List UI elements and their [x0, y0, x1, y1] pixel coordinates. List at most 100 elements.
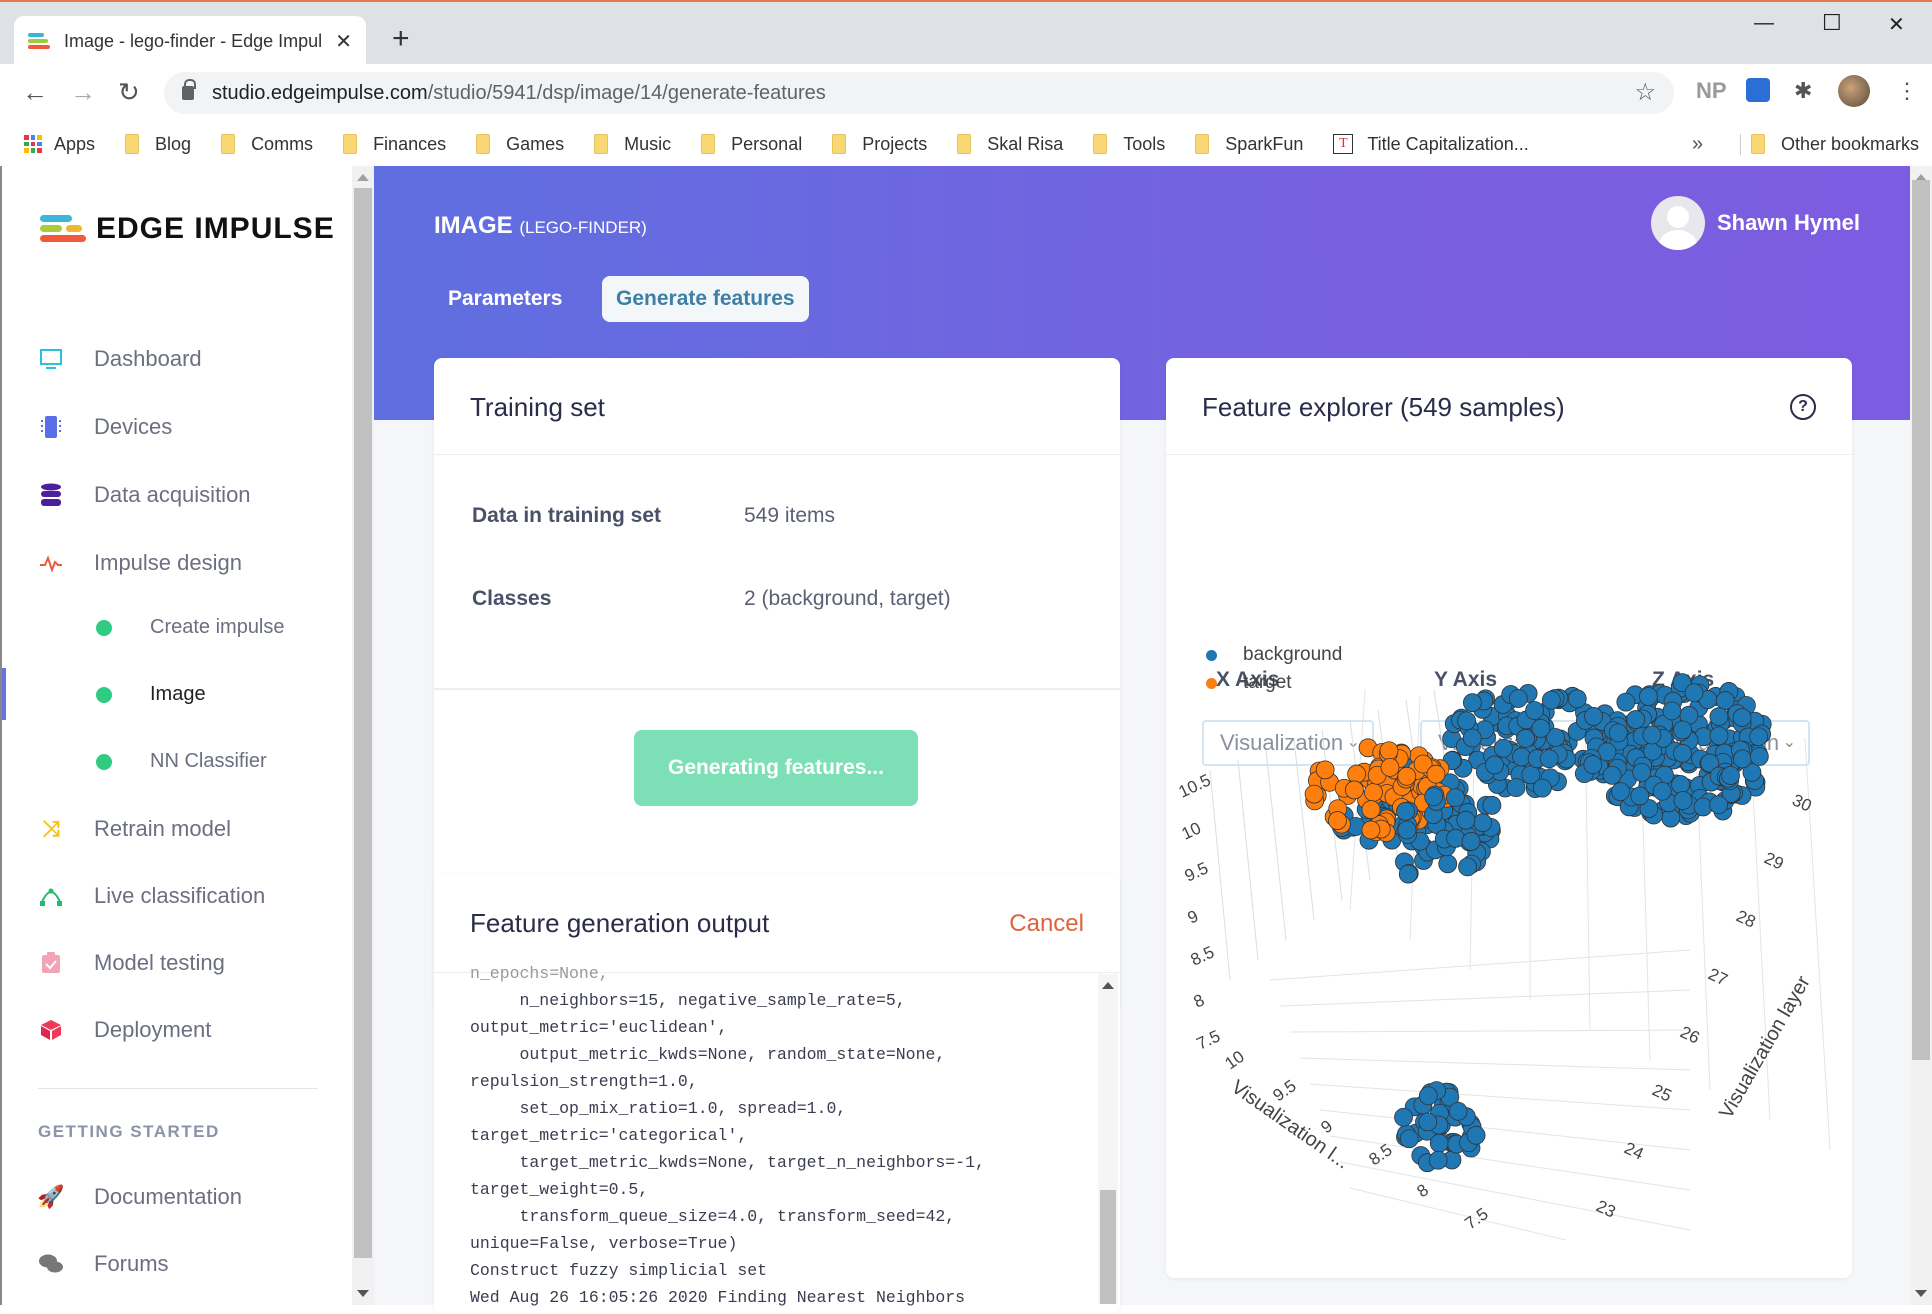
status-complete-icon	[96, 686, 112, 703]
card-title: Feature explorer (549 samples)	[1202, 392, 1565, 422]
bookmark-folder[interactable]: Projects	[832, 134, 927, 155]
new-tab-icon[interactable]: +	[392, 22, 410, 56]
tab-title: Image - lego-finder - Edge Impul	[64, 30, 323, 51]
data-point-background	[1709, 726, 1729, 746]
sidebar-subitem-create-impulse[interactable]: Create impulse	[96, 616, 285, 639]
bookmark-folder[interactable]: Blog	[125, 134, 191, 155]
scroll-up-icon[interactable]	[357, 174, 369, 181]
rocket-icon: 🚀	[37, 1184, 65, 1209]
card-title: Feature generation output	[470, 908, 770, 938]
data-point-background	[1516, 729, 1535, 748]
help-icon[interactable]: ?	[1790, 394, 1816, 420]
y-tick-label: 25	[1649, 1080, 1674, 1105]
maximize-icon[interactable]: ☐	[1822, 10, 1842, 36]
data-point-target	[1364, 782, 1383, 802]
bookmark-folder[interactable]: Tools	[1093, 134, 1165, 155]
row-value: 549 items	[744, 504, 836, 527]
sidebar-item-retrain-model[interactable]: ⤨ Retrain model	[38, 816, 231, 842]
sidebar-item-model-testing[interactable]: Model testing	[38, 950, 225, 976]
profile-avatar[interactable]	[1838, 75, 1870, 107]
other-bookmarks[interactable]: Other bookmarks	[1740, 133, 1919, 155]
page-scroll-thumb[interactable]	[1912, 180, 1930, 1060]
data-point-background	[1608, 723, 1628, 743]
sidebar-item-label: Impulse design	[94, 550, 242, 575]
bookmark-title-capitalization[interactable]: T Title Capitalization...	[1333, 134, 1529, 155]
tab-parameters[interactable]: Parameters	[434, 276, 576, 322]
bitwarden-extension-icon[interactable]	[1746, 78, 1770, 102]
extensions-puzzle-icon[interactable]: ✱	[1794, 78, 1812, 104]
gridline	[1279, 989, 1691, 1007]
feature-scatter-3d[interactable]: 7.588.599.51010.5109.598.587.576.5232425…	[1170, 650, 1850, 1240]
np-extension-icon[interactable]: NP	[1696, 78, 1727, 104]
data-point-background	[1709, 707, 1729, 727]
bookmark-folder[interactable]: Comms	[221, 134, 313, 155]
sidebar-scrollbar[interactable]	[352, 166, 374, 1305]
address-bar[interactable]: studio.edgeimpulse.com/studio/5941/dsp/i…	[164, 72, 1674, 114]
data-point-target	[1361, 800, 1381, 819]
scroll-down-icon[interactable]	[1915, 1290, 1927, 1297]
forward-icon[interactable]: →	[70, 77, 96, 108]
sidebar-subitem-nn-classifier[interactable]: NN Classifier	[96, 750, 267, 773]
menu-kebab-icon[interactable]: ⋮	[1896, 78, 1918, 104]
bookmark-folder[interactable]: Personal	[701, 134, 802, 155]
sidebar-item-label: Image	[150, 683, 206, 705]
data-point-target	[1345, 780, 1364, 800]
sidebar-item-data-acquisition[interactable]: Data acquisition	[38, 482, 251, 508]
folder-icon	[1093, 134, 1108, 154]
scroll-up-icon[interactable]	[1102, 982, 1114, 989]
sidebar-item-impulse-design[interactable]: Impulse design	[38, 550, 242, 576]
card-title: Training set	[470, 392, 605, 422]
sidebar-subitem-image[interactable]: Image	[96, 683, 206, 706]
back-icon[interactable]: ←	[22, 77, 48, 108]
active-indicator	[2, 668, 6, 720]
gridline	[1349, 1187, 1568, 1240]
folder-icon	[1751, 134, 1765, 154]
folder-icon	[476, 134, 491, 154]
sidebar-item-dashboard[interactable]: Dashboard	[38, 346, 202, 372]
data-point-background	[1652, 781, 1672, 801]
generate-features-button[interactable]: Generating features...	[634, 730, 918, 806]
sidebar-item-devices[interactable]: Devices	[38, 414, 172, 440]
reload-icon[interactable]: ↻	[118, 77, 140, 108]
user-menu[interactable]: Shawn Hymel	[1650, 196, 1860, 250]
data-point-background	[1539, 749, 1559, 769]
bookmark-apps[interactable]: Apps	[24, 134, 95, 155]
scroll-down-icon[interactable]	[357, 1290, 369, 1297]
sidebar-item-forums[interactable]: Forums	[38, 1251, 169, 1277]
bookmarks-overflow-button[interactable]: »	[1692, 133, 1703, 156]
log-scroll-thumb[interactable]	[1100, 1190, 1116, 1304]
bookmark-folder[interactable]: Music	[594, 134, 671, 155]
bookmark-folder[interactable]: Games	[476, 134, 564, 155]
browser-toolbar: ← → ↻ studio.edgeimpulse.com/studio/5941…	[0, 64, 1932, 122]
sidebar-item-documentation[interactable]: 🚀 Documentation	[37, 1184, 242, 1210]
sidebar-item-label: Model testing	[94, 950, 225, 975]
data-point-background	[1512, 747, 1531, 767]
close-window-icon[interactable]: ✕	[1888, 12, 1905, 37]
bookmark-folder[interactable]: Finances	[343, 134, 446, 155]
minimize-icon[interactable]: —	[1754, 12, 1774, 35]
block-title: IMAGE	[434, 212, 513, 239]
y-tick-label: 24	[1621, 1138, 1646, 1163]
tab-generate-features[interactable]: Generate features	[602, 276, 809, 322]
page-scrollbar[interactable]	[1910, 166, 1932, 1305]
bookmark-folder[interactable]: Skal Risa	[957, 134, 1063, 155]
sidebar-item-live-classification[interactable]: Live classification	[38, 883, 265, 909]
log-line: set_op_mix_ratio=1.0, spread=1.0,	[470, 1099, 847, 1118]
data-point-background	[1461, 832, 1481, 851]
data-point-background	[1473, 813, 1493, 833]
bookmark-star-icon[interactable]: ☆	[1634, 78, 1656, 107]
cancel-button[interactable]: Cancel	[1009, 910, 1084, 938]
z-tick-label: 10.5	[1176, 770, 1214, 801]
sidebar-scroll-thumb[interactable]	[354, 188, 372, 1258]
browser-tab[interactable]: Image - lego-finder - Edge Impul ✕	[14, 16, 366, 66]
logo[interactable]: EDGE IMPULSE	[40, 212, 335, 246]
z-tick-label: 9	[1185, 906, 1202, 927]
sidebar-item-deployment[interactable]: Deployment	[38, 1017, 211, 1043]
x-tick-label: 8	[1413, 1180, 1432, 1201]
close-tab-icon[interactable]: ✕	[335, 29, 352, 54]
data-point-background	[1721, 766, 1740, 785]
bookmark-folder[interactable]: SparkFun	[1195, 134, 1303, 155]
z-tick-label: 8	[1191, 990, 1208, 1011]
log-scrollbar[interactable]	[1098, 974, 1118, 1304]
user-avatar-icon	[1650, 196, 1705, 250]
